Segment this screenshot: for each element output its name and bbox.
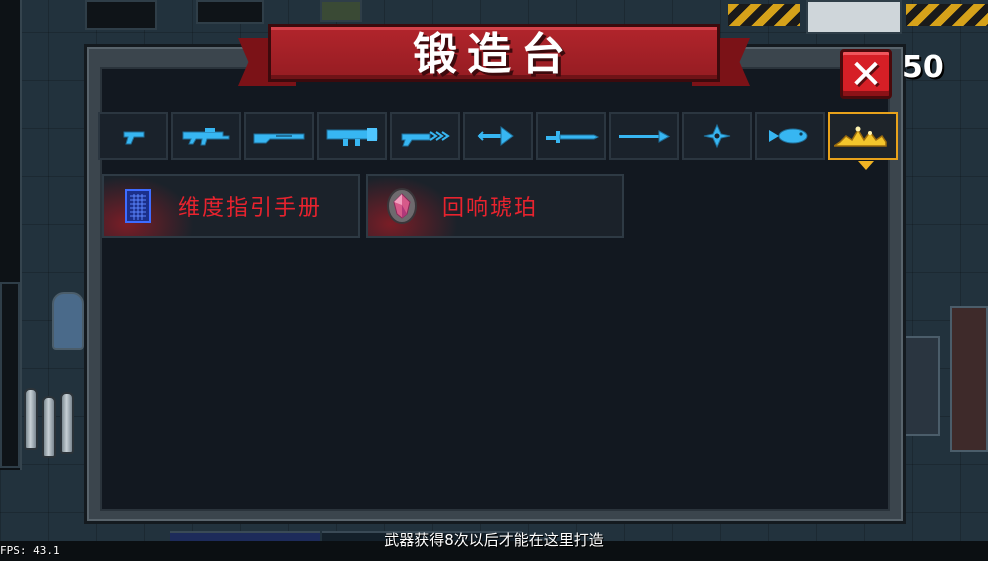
npc-character (52, 292, 84, 350)
forge-hint-text: 武器获得8次以后才能在这里打造 (384, 531, 604, 549)
gas-tank (24, 388, 38, 450)
close-icon: ✕ (849, 52, 883, 98)
tab-laser-gun[interactable] (390, 112, 460, 160)
close-button[interactable]: ✕ (840, 49, 892, 99)
tab-shuriken[interactable] (682, 112, 752, 160)
wall-block (85, 0, 157, 30)
gas-tank (42, 396, 56, 458)
tab-spear[interactable] (609, 112, 679, 160)
echo-amber-icon (387, 188, 417, 224)
item-label: 维度指引手册 (178, 196, 323, 221)
weapon-rack (950, 306, 988, 452)
machine (806, 0, 902, 34)
tab-fish[interactable] (755, 112, 825, 160)
bow-icon (477, 126, 514, 146)
plant-pot (320, 0, 362, 22)
tab-materials[interactable] (828, 112, 898, 170)
crown-materials-icon (834, 126, 887, 147)
sword-icon (546, 131, 600, 143)
item-label: 回响琥珀 (442, 196, 539, 221)
gas-tank (60, 392, 74, 454)
tab-pistol[interactable] (98, 112, 168, 160)
wall-block (0, 282, 20, 468)
active-tab-indicator-icon (858, 161, 874, 170)
window-title: 锻造台 (413, 29, 575, 80)
currency-count: 50 (902, 50, 944, 85)
tab-shotgun[interactable] (244, 112, 314, 160)
hazard-stripes (906, 4, 988, 26)
terminal (904, 336, 940, 436)
laser-gun-icon (401, 131, 450, 147)
tab-sword[interactable] (536, 112, 606, 160)
tab-bow[interactable] (463, 112, 533, 160)
fish-icon (769, 128, 808, 144)
banner-body: 锻造台 (268, 24, 720, 82)
pistol-icon (123, 131, 145, 145)
forge-item-dimension-manual[interactable]: 维度指引手册 (102, 174, 360, 238)
rocket-launcher-icon (326, 128, 378, 146)
tab-assault-rifle[interactable] (171, 112, 241, 160)
shuriken-icon (703, 123, 731, 149)
tab-rocket-launcher[interactable] (317, 112, 387, 160)
dimension-manual-icon (125, 189, 151, 223)
title-banner: 锻造台 (238, 20, 750, 100)
weapon-category-tabs (98, 112, 898, 170)
shotgun-icon (253, 133, 305, 144)
forge-item-echo-amber[interactable]: 回响琥珀 (366, 174, 624, 238)
spear-icon (619, 130, 671, 143)
fps-counter: FPS: 43.1 (0, 544, 60, 557)
assault-rifle-icon (182, 128, 230, 146)
